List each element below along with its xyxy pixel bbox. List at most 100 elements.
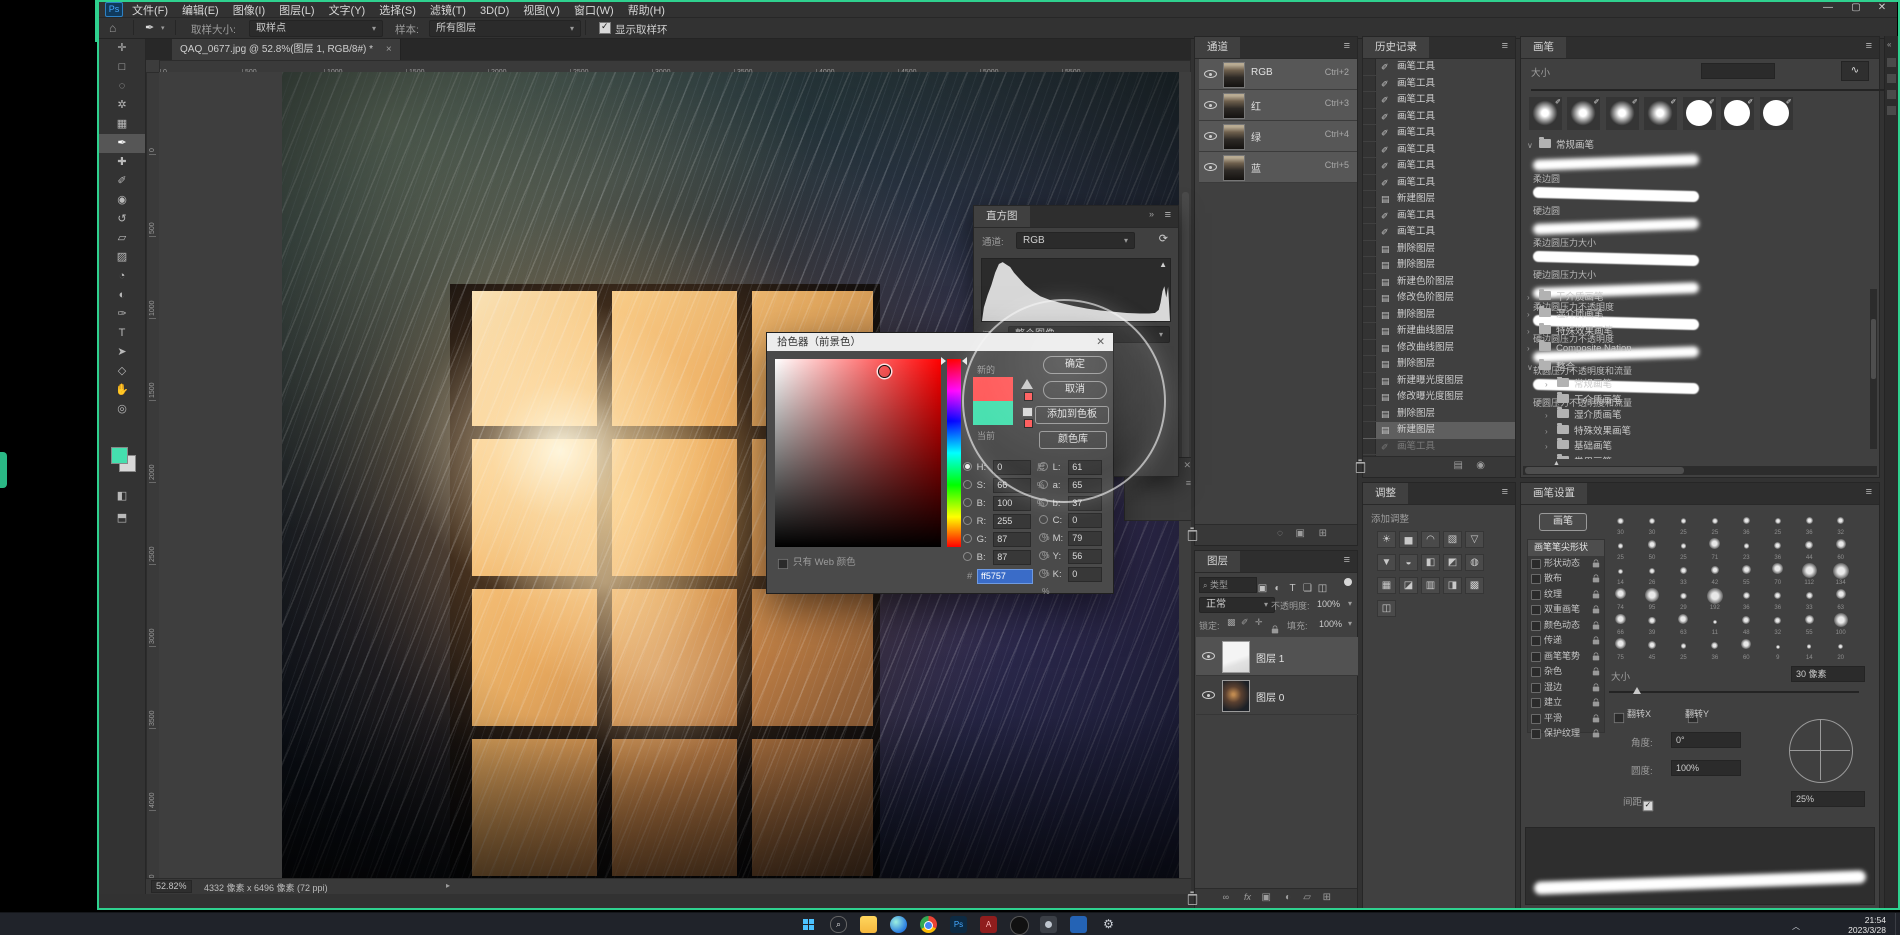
eyedropper-tool-icon[interactable]: ✒: [145, 21, 154, 34]
visibility-eye-icon[interactable]: [1204, 67, 1217, 80]
option-checkbox[interactable]: [1531, 636, 1541, 646]
history-source-well[interactable]: [1363, 257, 1376, 273]
option-lock-icon[interactable]: [1593, 671, 1599, 676]
history-step[interactable]: 画笔工具: [1363, 224, 1515, 241]
visibility-eye-icon[interactable]: [1204, 129, 1217, 142]
tray-chevron-icon[interactable]: ︿: [1792, 921, 1800, 932]
brush-settings-panel-menu-icon[interactable]: [1866, 486, 1872, 498]
canvas-scrollbar[interactable]: [1182, 192, 1189, 482]
brushes-tab[interactable]: 画笔: [1521, 37, 1566, 58]
brush-option-row[interactable]: 颜色动态: [1528, 618, 1604, 634]
field-radio[interactable]: [1039, 515, 1048, 524]
healing-brush-tool[interactable]: ✚: [99, 153, 145, 172]
option-lock-icon[interactable]: [1593, 717, 1599, 722]
load-selection-icon[interactable]: ◌: [1277, 528, 1283, 539]
brush-tip-cell[interactable]: 14: [1796, 636, 1823, 661]
brush-tip-cell[interactable]: 48: [1733, 611, 1760, 636]
adjustment-icon[interactable]: ▅: [1399, 531, 1418, 548]
visibility-eye-icon[interactable]: [1204, 160, 1217, 173]
option-checkbox[interactable]: [1531, 605, 1541, 615]
eraser-tool[interactable]: ▱: [99, 229, 145, 248]
history-step[interactable]: 修改曲线图层: [1363, 340, 1515, 357]
sample-size-dropdown[interactable]: 取样点▾: [249, 20, 383, 37]
type-tool[interactable]: T: [99, 324, 145, 343]
brush-tip-cell[interactable]: 74: [1607, 586, 1634, 611]
channels-tab[interactable]: 通道: [1195, 37, 1240, 58]
history-source-well[interactable]: [1363, 191, 1376, 207]
brush-folder-open-row[interactable]: ∨整合: [1527, 359, 1575, 376]
brush-tip-cell[interactable]: 36: [1701, 636, 1728, 661]
collapsed-panel-icon[interactable]: [1887, 74, 1896, 83]
menu-item[interactable]: 文字(Y): [322, 0, 373, 20]
field-value[interactable]: 0: [993, 460, 1031, 475]
history-step[interactable]: 画笔工具: [1363, 208, 1515, 225]
color-picker-title-bar[interactable]: 拾色器（前景色） ✕: [767, 333, 1113, 351]
layer-style-icon[interactable]: fx: [1244, 892, 1251, 902]
delete-state-icon[interactable]: [1356, 462, 1365, 473]
dodge-tool[interactable]: ◐: [99, 286, 145, 305]
new-layer-icon[interactable]: ⊞: [1323, 892, 1331, 903]
brush-subfolder-row[interactable]: ›干介质画笔: [1545, 393, 1631, 409]
adjustments-panel-menu-icon[interactable]: [1502, 486, 1508, 498]
channel-row[interactable]: 蓝 Ctrl+5: [1199, 152, 1357, 183]
history-source-well[interactable]: [1363, 175, 1376, 191]
brush-folder-row[interactable]: ›干介质画笔: [1527, 289, 1632, 306]
history-step[interactable]: 新建色阶图层: [1363, 274, 1515, 291]
history-source-well[interactable]: [1363, 373, 1376, 389]
new-document-from-state-icon[interactable]: ▤: [1454, 460, 1463, 471]
adjustment-icon[interactable]: ▧: [1443, 531, 1462, 548]
brushes-panel-menu-icon[interactable]: [1866, 40, 1872, 52]
brush-subfolder-row[interactable]: ›基础画笔: [1545, 439, 1631, 455]
scroll-up-icon[interactable]: ▲: [1553, 460, 1560, 467]
brush-tip-cell[interactable]: 43: [1607, 661, 1634, 663]
channel-row[interactable]: 红 Ctrl+3: [1199, 90, 1357, 121]
lock-paint-icon[interactable]: ✐: [1241, 617, 1249, 628]
screen-mode-button[interactable]: ⬒: [99, 509, 145, 528]
fill-arrow-icon[interactable]: ▾: [1348, 619, 1352, 628]
history-step[interactable]: 画笔工具: [1363, 92, 1515, 109]
brush-tip-cell[interactable]: 50: [1638, 536, 1665, 561]
brush-tip-cell[interactable]: 36: [1733, 511, 1760, 536]
history-source-well[interactable]: [1363, 439, 1376, 455]
brush-subfolder-row[interactable]: ›常规画笔: [1545, 377, 1631, 393]
brush-tip-cell[interactable]: 71: [1701, 536, 1728, 561]
history-source-well[interactable]: [1363, 59, 1376, 75]
search-icon[interactable]: ⌕: [830, 916, 847, 933]
histogram-collapse-icon[interactable]: »: [1149, 209, 1154, 219]
layer-mask-icon[interactable]: ▣: [1262, 892, 1271, 903]
brush-tip-cell[interactable]: 60: [1733, 636, 1760, 661]
history-source-well[interactable]: [1363, 109, 1376, 125]
brush-tip-cell[interactable]: 66: [1607, 611, 1634, 636]
saturation-brightness-field[interactable]: [775, 359, 941, 547]
crop-tool[interactable]: ▦: [99, 115, 145, 134]
brush-tip-cell[interactable]: 25: [1764, 661, 1791, 663]
brush-tip-hard[interactable]: ✐: [1721, 97, 1754, 130]
history-step[interactable]: 画笔工具: [1363, 59, 1515, 76]
layer-filter-type-dropdown[interactable]: ⌕ 类型: [1199, 577, 1257, 593]
add-to-swatches-button[interactable]: 添加到色板: [1035, 406, 1109, 424]
brush-tip-cell[interactable]: 25: [1764, 511, 1791, 536]
option-checkbox[interactable]: [1531, 729, 1541, 739]
dialog-close-icon[interactable]: ✕: [1096, 333, 1105, 351]
history-tab[interactable]: 历史记录: [1363, 37, 1429, 58]
marquee-tool[interactable]: □: [99, 58, 145, 77]
brush-tip-cell[interactable]: 36: [1733, 586, 1760, 611]
brush-tip-cell[interactable]: 20: [1827, 636, 1854, 661]
option-lock-icon[interactable]: [1593, 562, 1599, 567]
brush-tip-cell[interactable]: 25: [1607, 536, 1634, 561]
adjustment-icon[interactable]: ▼: [1377, 554, 1396, 571]
brush-tip-cell[interactable]: 65: [1796, 661, 1823, 663]
history-source-well[interactable]: [1363, 356, 1376, 372]
brush-tip-hard[interactable]: ✐: [1683, 97, 1716, 130]
option-checkbox[interactable]: [1531, 652, 1541, 662]
minimize-button[interactable]: —: [1815, 0, 1841, 16]
angle-roundness-control[interactable]: [1789, 719, 1853, 783]
brush-tool[interactable]: ✐: [99, 172, 145, 191]
sample-dropdown[interactable]: 所有图层▾: [429, 20, 581, 37]
layer-filter-icon[interactable]: ❏: [1300, 583, 1315, 594]
spacing-field[interactable]: 25%: [1791, 791, 1865, 807]
opacity-value[interactable]: 100%: [1317, 599, 1340, 609]
brush-tip-cell[interactable]: 42: [1701, 561, 1728, 586]
history-source-well[interactable]: [1363, 158, 1376, 174]
path-select-tool[interactable]: ➤: [99, 343, 145, 362]
